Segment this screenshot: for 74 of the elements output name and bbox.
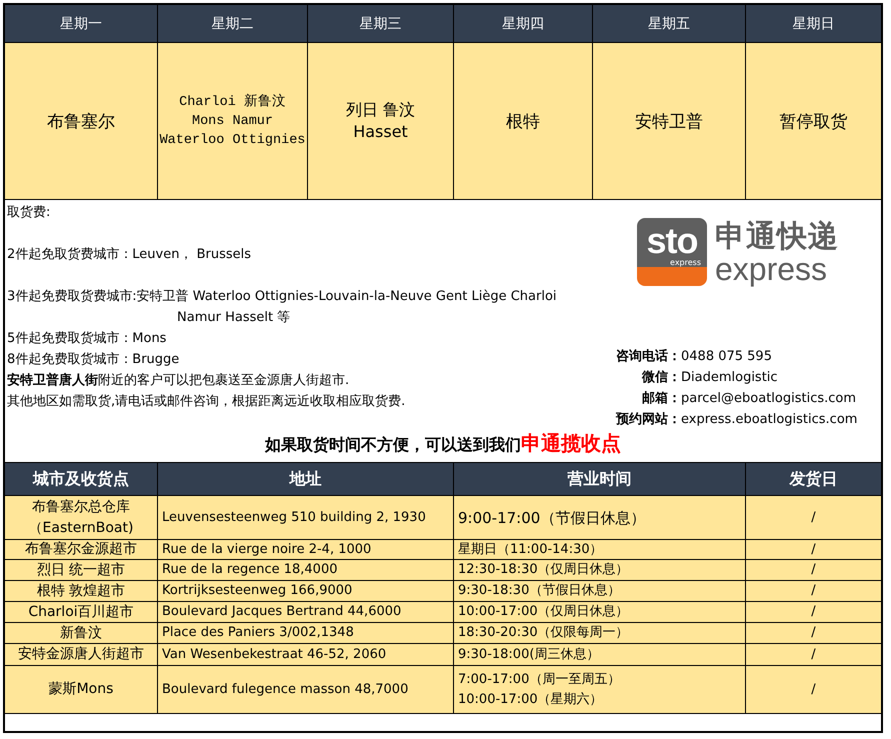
fee-rule: 3件起免费取货费城市:安特卫普 Waterloo Ottignies-Louvain-la-Neuve Gent Liège Charloi [7,288,557,306]
city-name: Charloi 新鲁汶 [179,92,286,112]
table-cell: Boulevard fulegence masson 48,7000 [158,666,454,714]
column-header: 地址 [158,463,454,496]
opening-hours: 9:00-17:00（节假日休息） [458,508,646,528]
section-title: 取货费: [7,204,52,222]
location-name: 根特 敦煌超市 [36,582,126,600]
contact-label: 咨询电话： [616,348,681,366]
logo-mark: sto [646,224,698,258]
column-header: 城市及收货点 [5,463,158,496]
column-header: 发货日 [746,463,881,496]
column-header: 星期五 [593,5,746,43]
opening-hours: 9:30-18:00(周三休息） [458,646,600,664]
contact-label: 邮箱： [642,390,681,408]
opening-hours: 10:00-17:00（星期六） [458,690,604,708]
location-name: 布鲁塞尔总仓库 [32,498,130,516]
table-cell-text: / [811,680,816,698]
fee-rule: 2件起免取货费城市：Leuven， Brussels [7,246,252,264]
column-header: 营业时间 [454,463,746,496]
table-cell-text: / [811,540,816,558]
opening-hours: 10:00-17:00（仅周日休息） [458,603,630,621]
table-cell-text: / [811,646,816,664]
notice-highlight: 申通揽收点 [521,431,621,455]
table-cell-text: / [811,561,816,579]
table-cell-text: / [811,582,816,600]
opening-hours: 9:30-18:30（节假日休息） [458,582,622,600]
table-cell-text: / [811,508,816,526]
opening-hours: 星期日（11:00-14:30） [458,540,604,558]
table-cell-text: / [811,603,816,621]
logo-subtitle: express [670,258,701,266]
opening-hours: 18:30-20:30（仅限每周一） [458,624,630,642]
contact-label: 微信： [642,369,681,387]
table-cell: Place des Paniers 3/002,1348 [158,623,454,644]
table-cell: Rue de la regence 18,4000 [158,560,454,581]
table-cell-text: / [811,624,816,642]
table-cell: Rue de la vierge noire 2-4, 1000 [158,540,454,560]
city-name: Mons Namur [192,112,273,130]
fee-rule: Namur Hasselt 等 [176,309,292,327]
location-name: 蒙斯Mons [48,680,114,699]
city-name: 根特 [506,110,540,132]
city-name: 安特卫普 [635,110,703,132]
city-name: 布鲁塞尔 [47,110,115,132]
fee-rule: 安特卫普唐人街附近的客户可以把包裹送至金源唐人街超市. [7,372,350,390]
column-header: 星期日 [746,5,881,43]
column-header: 星期二 [158,5,308,43]
table-cell: Boulevard Jacques Bertrand 44,6000 [158,602,454,623]
logo-name: 申通快递 [715,220,839,254]
location-name: Charloi百川超市 [28,602,134,622]
contact-value: 0488 075 595 [681,348,772,366]
column-header: 星期一 [5,5,158,43]
location-name: 安特金源唐人街超市 [18,645,144,664]
location-name: 新鲁汶 [60,624,102,642]
table-cell: Kortrijksesteenweg 166,9000 [158,581,454,602]
city-name: 列日 鲁汶 [346,99,416,121]
fee-rule: 8件起免费取货城市：Brugge [7,351,180,369]
column-header: 星期三 [308,5,454,43]
opening-hours: 12:30-18:30（仅周日休息） [458,561,630,579]
contact-value: express.eboatlogistics.com [681,411,858,429]
location-name: （EasternBoat) [28,518,134,538]
table-cell: Van Wesenbekestraat 46-52, 2060 [158,644,454,666]
notice-text: 如果取货时间不方便，可以送到我们 [265,435,521,454]
contact-value: parcel@eboatlogistics.com [681,390,856,408]
column-header: 星期四 [454,5,593,43]
city-name: 暂停取货 [780,110,848,132]
opening-hours: 7:00-17:00（周一至周五） [458,670,622,688]
fee-rule: 5件起免费取货城市：Mons [7,330,168,348]
fee-rule: 其他地区如需取货,请电话或邮件咨询，根据距离远近收取相应取货费. [7,393,406,411]
location-name: 烈日 统一超市 [36,560,126,580]
city-name: Waterloo Ottignies [160,132,306,150]
contact-label: 预约网站： [616,411,681,429]
table-cell: Leuvensesteenweg 510 building 2, 1930 [158,496,454,540]
contact-value: Diademlogistic [681,369,778,387]
city-name: Hasset [353,121,408,143]
location-name: 布鲁塞尔金源超市 [25,540,137,559]
